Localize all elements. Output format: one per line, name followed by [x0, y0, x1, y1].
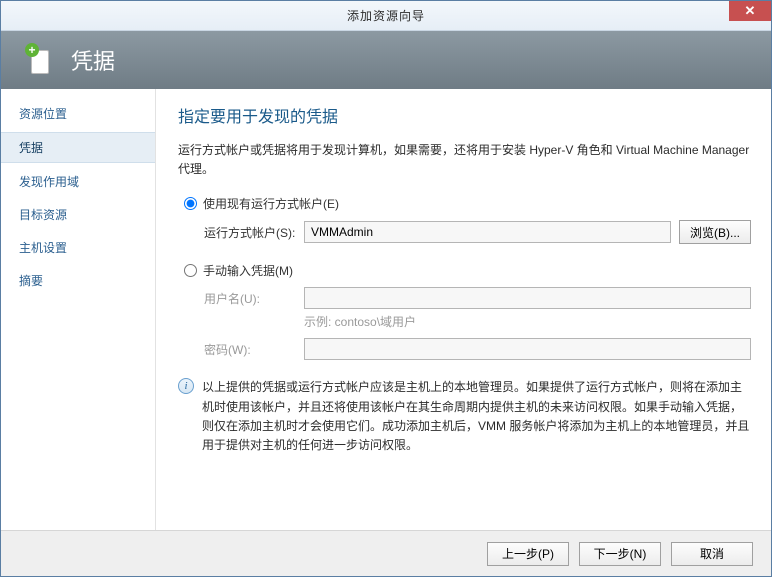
browse-button[interactable]: 浏览(B)...: [679, 220, 751, 244]
option-use-runas-label: 使用现有运行方式帐户(E): [203, 195, 339, 212]
runas-account-input[interactable]: [304, 221, 671, 243]
username-input[interactable]: [304, 287, 751, 309]
sidebar-item-discovery-scope[interactable]: 发现作用域: [1, 167, 155, 196]
content-description: 运行方式帐户或凭据将用于发现计算机，如果需要，还将用于安装 Hyper-V 角色…: [178, 141, 751, 179]
sidebar-item-credentials[interactable]: 凭据: [1, 132, 155, 163]
info-text: 以上提供的凭据或运行方式帐户应该是主机上的本地管理员。如果提供了运行方式帐户，则…: [202, 378, 751, 455]
password-input[interactable]: [304, 338, 751, 360]
runas-account-label: 运行方式帐户(S):: [204, 224, 304, 241]
password-label: 密码(W):: [204, 341, 304, 358]
info-icon: i: [178, 378, 194, 394]
content-heading: 指定要用于发现的凭据: [178, 103, 751, 127]
option-use-runas[interactable]: 使用现有运行方式帐户(E): [184, 195, 751, 212]
credentials-icon: +: [29, 44, 55, 76]
sidebar-item-target-resource[interactable]: 目标资源: [1, 200, 155, 229]
wizard-header: + 凭据: [1, 31, 771, 89]
option-manual[interactable]: 手动输入凭据(M): [184, 262, 751, 279]
wizard-footer: 上一步(P) 下一步(N) 取消: [1, 530, 771, 576]
sidebar-item-host-settings[interactable]: 主机设置: [1, 233, 155, 262]
content-pane: 指定要用于发现的凭据 运行方式帐户或凭据将用于发现计算机，如果需要，还将用于安装…: [156, 89, 771, 530]
option-manual-label: 手动输入凭据(M): [203, 262, 293, 279]
username-label: 用户名(U):: [204, 290, 304, 307]
next-button[interactable]: 下一步(N): [579, 542, 661, 566]
sidebar-item-summary[interactable]: 摘要: [1, 266, 155, 295]
radio-manual[interactable]: [184, 264, 197, 277]
info-note: i 以上提供的凭据或运行方式帐户应该是主机上的本地管理员。如果提供了运行方式帐户…: [178, 378, 751, 455]
wizard-steps-sidebar: 资源位置 凭据 发现作用域 目标资源 主机设置 摘要: [1, 89, 156, 530]
previous-button[interactable]: 上一步(P): [487, 542, 569, 566]
page-title: 凭据: [71, 44, 115, 76]
close-button[interactable]: ✕: [729, 1, 771, 21]
titlebar: 添加资源向导 ✕: [1, 1, 771, 31]
radio-use-runas[interactable]: [184, 197, 197, 210]
sidebar-item-resource-location[interactable]: 资源位置: [1, 99, 155, 128]
close-icon: ✕: [745, 3, 756, 19]
username-example: 示例: contoso\域用户: [304, 313, 751, 330]
window-title: 添加资源向导: [347, 7, 425, 24]
cancel-button[interactable]: 取消: [671, 542, 753, 566]
